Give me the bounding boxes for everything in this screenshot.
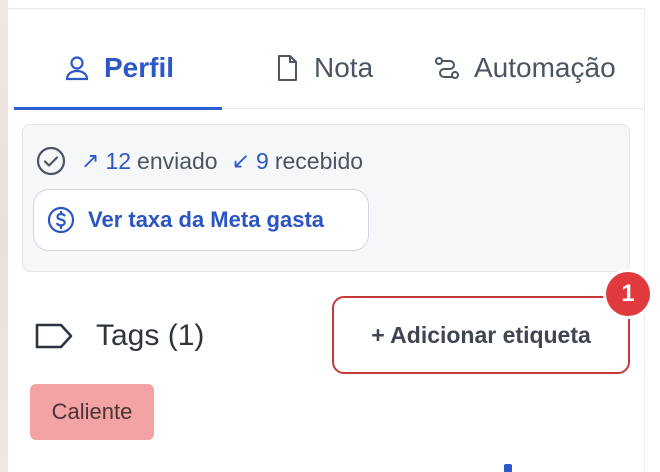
tab-nota-label: Nota <box>314 52 374 83</box>
tab-bar: Perfil Nota Automação <box>14 28 644 110</box>
tab-automacao-label: Automação <box>474 52 616 83</box>
tab-perfil-label: Perfil <box>103 52 175 83</box>
add-tag-button-label: + Adicionar etiqueta <box>371 321 591 348</box>
tag-chip[interactable]: Caliente <box>30 384 154 440</box>
message-stats-card: ↗ 12 enviado ↙ 9 recebido Ver taxa da Me… <box>22 124 630 272</box>
tag-chip-label: Caliente <box>51 399 133 424</box>
sent-stat: ↗ 12 enviado <box>81 148 218 175</box>
automation-icon <box>432 53 462 83</box>
tab-perfil[interactable]: Perfil <box>14 28 222 110</box>
meta-fee-button-label: Ver taxa da Meta gasta <box>88 207 325 232</box>
arrow-up-right-icon: ↗ <box>81 148 100 173</box>
scroll-indicator <box>504 464 512 472</box>
add-tag-button[interactable]: + Adicionar etiqueta <box>332 296 630 374</box>
sent-label: enviado <box>137 147 218 174</box>
dollar-circle-icon <box>46 205 76 235</box>
user-icon <box>62 53 92 83</box>
tab-nota[interactable]: Nota <box>272 28 412 108</box>
received-label: recebido <box>274 147 364 174</box>
received-count: 9 <box>256 147 269 174</box>
tag-icon <box>34 320 74 352</box>
meta-fee-button[interactable]: Ver taxa da Meta gasta <box>33 189 369 251</box>
arrow-down-left-icon: ↙ <box>231 148 251 173</box>
tags-title: Tags (1) <box>96 319 205 352</box>
sent-count: 12 <box>105 147 132 174</box>
message-stats-row: ↗ 12 enviado ↙ 9 recebido <box>35 143 377 179</box>
step-badge: 1 <box>606 272 650 316</box>
panel-top-border <box>8 8 644 9</box>
check-circle-icon <box>35 145 67 177</box>
received-stat: ↙ 9 recebido <box>232 148 363 175</box>
background-strip <box>0 0 8 472</box>
tab-automacao[interactable]: Automação <box>432 28 660 108</box>
tags-header: Tags (1) <box>34 312 204 360</box>
document-icon <box>272 53 302 83</box>
